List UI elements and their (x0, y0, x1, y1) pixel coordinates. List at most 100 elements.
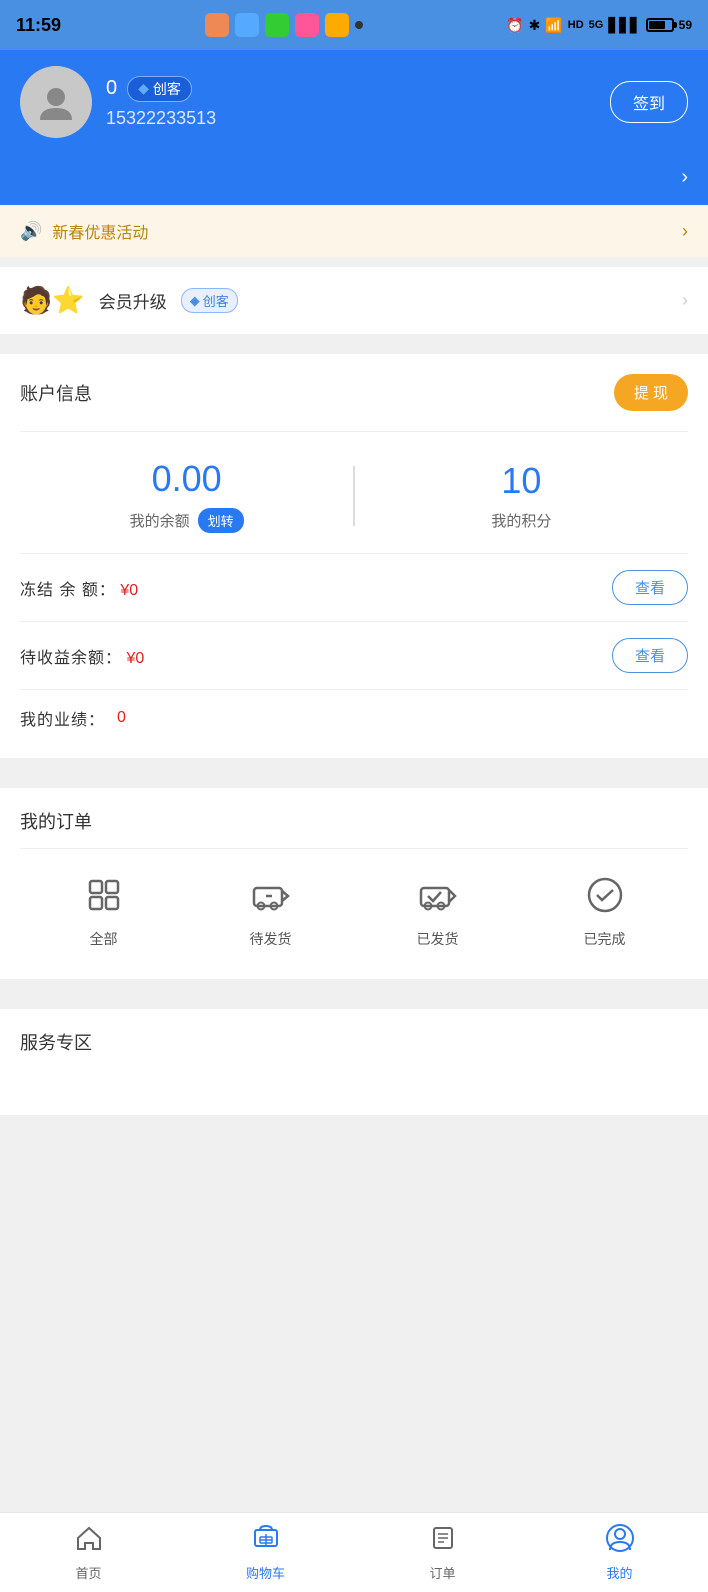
account-divider (20, 431, 688, 432)
points-item: 10 我的积分 (355, 460, 688, 531)
profile-phone: 15322233513 (106, 108, 216, 129)
wifi-icon: 📶 (545, 17, 562, 34)
order-item-shipped[interactable]: 已发货 (412, 869, 464, 949)
hd-icon: HD (568, 19, 584, 31)
order-shipped-label: 已发货 (417, 931, 459, 947)
balance-label: 我的余额 (130, 510, 190, 531)
status-bar: 11:59 ⏰ ✱ 📶 HD 5G ▋▋▋ 59 (0, 0, 708, 50)
app-icon-k (205, 13, 229, 37)
orders-title: 我的订单 (20, 808, 688, 834)
notification-dot (355, 21, 363, 29)
app-icon-yellow (325, 13, 349, 37)
services-card: 服务专区 (0, 1009, 708, 1115)
member-diamond-icon: ◆ (190, 293, 200, 309)
services-title: 服务专区 (20, 1029, 688, 1055)
nav-item-cart[interactable]: 购物车 (177, 1513, 354, 1592)
cart-icon (252, 1524, 280, 1559)
services-content-placeholder (20, 1055, 688, 1095)
frozen-left: 冻结 余 额： ¥0 (20, 576, 138, 600)
app-icon-green (265, 13, 289, 37)
order-all-icon-wrap (78, 869, 130, 921)
nav-item-profile[interactable]: 我的 (531, 1513, 708, 1592)
member-title: 会员升级 (99, 288, 167, 313)
profile-arrow-row[interactable]: › (0, 162, 708, 205)
nav-item-orders[interactable]: 订单 (354, 1513, 531, 1592)
balance-amount: 0.00 (20, 458, 353, 500)
member-upgrade-card[interactable]: 🧑‍⭐ 会员升级 ◆ 创客 › (0, 267, 708, 334)
member-vip-label: 创客 (203, 291, 229, 310)
banner-left: 🔊 新春优惠活动 (20, 219, 148, 243)
order-pending-icon (252, 876, 290, 914)
home-icon (75, 1524, 103, 1559)
vip-badge-text: 创客 (153, 79, 181, 99)
pending-left: 待收益余额： ¥0 (20, 644, 144, 668)
order-completed-icon (586, 876, 624, 914)
frozen-value: ¥0 (120, 582, 138, 599)
order-pending-icon-wrap (245, 869, 297, 921)
order-shipped-icon-wrap (412, 869, 464, 921)
order-all-label: 全部 (90, 931, 118, 947)
pending-view-button[interactable]: 查看 (612, 638, 688, 673)
pending-label: 待收益余额： (20, 650, 122, 667)
member-star-icon: 🧑‍⭐ (20, 285, 85, 316)
nav-home-label: 首页 (75, 1563, 101, 1582)
balance-label-row: 我的余额 划转 (20, 508, 353, 533)
profile-chevron-icon: › (681, 166, 688, 189)
nav-cart-label: 购物车 (246, 1563, 285, 1582)
performance-row: 我的业绩： 0 (20, 689, 688, 734)
bottom-spacer (0, 1125, 708, 1225)
member-upgrade-arrow-icon: › (682, 290, 688, 311)
bluetooth-icon: ✱ (529, 17, 541, 34)
performance-value: 0 (117, 709, 126, 727)
battery-icon (646, 18, 674, 32)
member-upgrade-left: 🧑‍⭐ 会员升级 ◆ 创客 (20, 285, 238, 316)
orders-divider (20, 848, 688, 849)
balance-item: 0.00 我的余额 划转 (20, 458, 353, 533)
balance-row: 0.00 我的余额 划转 10 我的积分 (20, 448, 688, 553)
pending-balance-row: 待收益余额： ¥0 查看 (20, 621, 688, 689)
frozen-view-button[interactable]: 查看 (612, 570, 688, 605)
profile-info: 0 ◆ 创客 15322233513 (106, 76, 216, 129)
order-item-all[interactable]: 全部 (78, 869, 130, 949)
order-item-pending[interactable]: 待发货 (245, 869, 297, 949)
points-label: 我的积分 (491, 510, 551, 531)
promotion-banner[interactable]: 🔊 新春优惠活动 › (0, 205, 708, 257)
frozen-label: 冻结 余 额： (20, 582, 116, 599)
profile-points: 0 (106, 77, 117, 100)
profile-left: 0 ◆ 创客 15322233513 (20, 66, 216, 138)
vip-badge: ◆ 创客 (127, 76, 192, 102)
spacer-3 (0, 768, 708, 778)
signal-icon: 5G (589, 19, 604, 31)
bottom-nav: 首页 购物车 订单 (0, 1512, 708, 1592)
avatar[interactable] (20, 66, 92, 138)
order-completed-icon-wrap (579, 869, 631, 921)
account-header: 账户信息 提 现 (20, 374, 688, 411)
account-title: 账户信息 (20, 380, 92, 406)
order-shipped-icon (419, 876, 457, 914)
app-icon-pink (295, 13, 319, 37)
order-pending-label: 待发货 (250, 931, 292, 947)
app-icon-circle (235, 13, 259, 37)
withdraw-button[interactable]: 提 现 (614, 374, 688, 411)
banner-arrow-icon: › (682, 221, 688, 242)
avatar-icon (36, 82, 76, 122)
order-item-completed[interactable]: 已完成 (579, 869, 631, 949)
profile-nav-icon (606, 1524, 634, 1559)
transfer-button[interactable]: 划转 (198, 508, 244, 533)
order-completed-label: 已完成 (584, 931, 626, 947)
checkin-button[interactable]: 签到 (610, 81, 688, 123)
frozen-balance-row: 冻结 余 额： ¥0 查看 (20, 553, 688, 621)
orders-icon (429, 1524, 457, 1559)
spacer-2 (0, 334, 708, 344)
speaker-icon: 🔊 (20, 221, 42, 242)
profile-top: 0 ◆ 创客 (106, 76, 216, 102)
status-apps (205, 13, 363, 37)
battery-level: 59 (679, 18, 692, 32)
header-profile: 0 ◆ 创客 15322233513 签到 (0, 50, 708, 162)
nav-item-home[interactable]: 首页 (0, 1513, 177, 1592)
nav-orders-label: 订单 (429, 1563, 455, 1582)
order-all-icon (85, 876, 123, 914)
pending-value: ¥0 (126, 650, 144, 667)
points-amount: 10 (355, 460, 688, 502)
performance-label: 我的业绩： (20, 706, 105, 730)
